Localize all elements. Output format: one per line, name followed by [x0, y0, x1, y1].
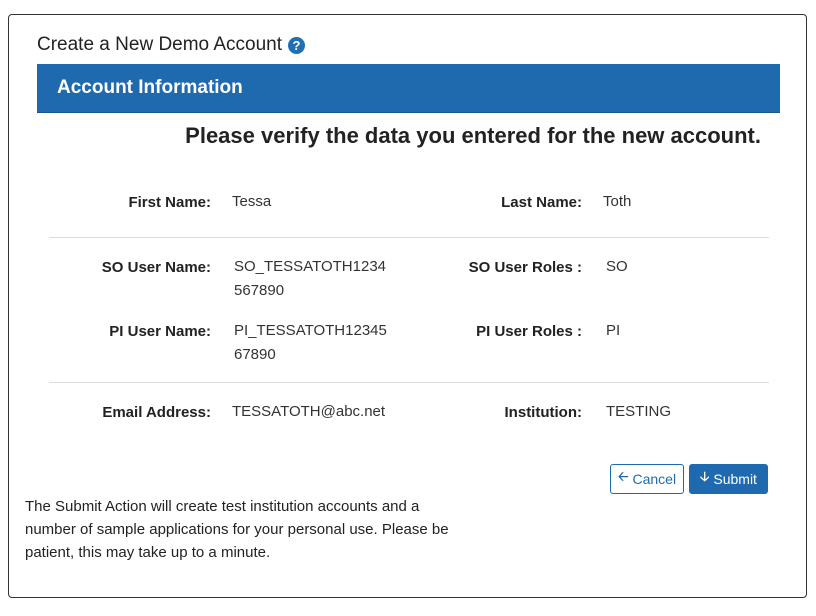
help-icon[interactable]: ?	[288, 36, 306, 54]
cancel-button[interactable]: 🡠 Cancel	[610, 464, 684, 494]
institution-label: Institution:	[504, 404, 582, 421]
email-address-label: Email Address:	[102, 404, 211, 421]
divider	[49, 382, 769, 383]
pi-user-roles-value: PI	[606, 322, 621, 339]
so-user-roles-label: SO User Roles :	[468, 259, 582, 276]
institution-value: TESTING	[606, 403, 672, 420]
page-title: Create a New Demo Account ?	[37, 34, 306, 56]
panel-title: Account Information	[57, 77, 243, 98]
so-user-roles-value: SO	[606, 258, 628, 275]
email-address-value: TESSATOTH@abc.net	[232, 403, 386, 420]
page-title-text: Create a New Demo Account	[37, 34, 283, 55]
cancel-button-label: Cancel	[632, 471, 677, 487]
pi-user-name-label: PI User Name:	[109, 323, 211, 340]
panel-header: Account Information	[37, 64, 780, 113]
pi-user-name-value: PI_TESSATOTH1234567890	[234, 322, 387, 363]
pi-user-roles-label: PI User Roles :	[476, 323, 582, 340]
submit-note: The Submit Action will create test insti…	[25, 498, 449, 561]
first-name-label: First Name:	[128, 194, 211, 211]
submit-button-label: Submit	[713, 471, 757, 487]
arrow-down-icon: 🡣	[700, 469, 710, 484]
so-user-name-value: SO_TESSATOTH1234567890	[234, 258, 387, 299]
submit-button[interactable]: 🡣 Submit	[689, 464, 768, 494]
divider	[49, 237, 769, 238]
so-user-name-label: SO User Name:	[101, 259, 211, 276]
last-name-value: Toth	[603, 193, 632, 210]
verify-message: Please verify the data you entered for t…	[185, 123, 761, 148]
last-name-label: Last Name:	[501, 194, 582, 211]
demo-account-form: Create a New Demo Account ? Account Info…	[8, 14, 807, 598]
arrow-left-icon: 🡠	[617, 469, 629, 484]
first-name-value: Tessa	[232, 193, 272, 210]
